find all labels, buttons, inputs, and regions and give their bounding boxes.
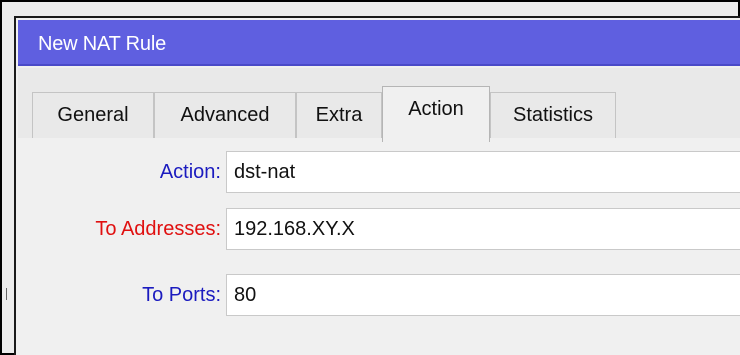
tab-advanced[interactable]: Advanced [154,92,296,138]
tab-extra[interactable]: Extra [296,92,382,138]
to-ports-field[interactable]: 80 [226,274,740,316]
action-field[interactable]: dst-nat [226,151,740,193]
action-label: Action: [159,161,221,183]
action-tab-panel: Action: dst-nat To Addresses: 192.168.XY… [18,138,740,355]
title-bar[interactable]: New NAT Rule [18,20,740,66]
tab-action[interactable]: Action [382,86,490,142]
to-addresses-field[interactable]: 192.168.XY.X [226,208,740,250]
action-row: Action: dst-nat [18,151,740,197]
to-ports-row: To Ports: 80 [18,274,740,320]
to-ports-label: To Ports: [142,284,221,306]
background-divider [6,288,13,300]
nat-rule-dialog: New NAT Rule General Advanced Extra Acti… [14,16,740,355]
window-title: New NAT Rule [38,33,167,55]
tab-bar: General Advanced Extra Action Statistics [18,68,740,187]
to-addresses-row: To Addresses: 192.168.XY.X [18,208,740,254]
tab-general[interactable]: General [32,92,154,138]
to-addresses-label: To Addresses: [95,218,221,240]
tab-statistics[interactable]: Statistics [490,92,616,138]
